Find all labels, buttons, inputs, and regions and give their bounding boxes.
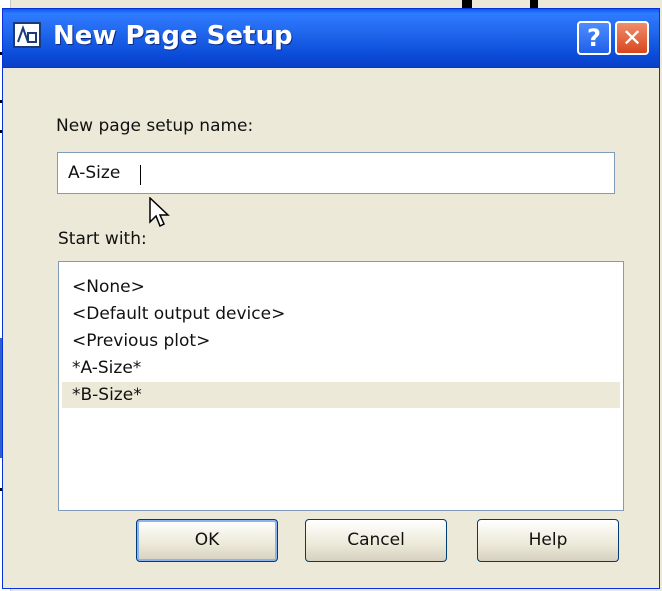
window-title: New Page Setup — [53, 21, 293, 51]
text-caret — [140, 165, 141, 185]
new-page-setup-dialog: New Page Setup ? ✕ New page setup name: … — [2, 8, 660, 589]
help-icon[interactable]: ? — [577, 21, 611, 55]
ok-button[interactable]: OK — [136, 519, 278, 562]
list-item[interactable]: <Default output device> — [62, 301, 620, 327]
list-item[interactable]: <Previous plot> — [62, 328, 620, 354]
page-setup-app-icon — [13, 22, 41, 48]
mouse-pointer-icon — [149, 197, 170, 228]
cancel-button[interactable]: Cancel — [305, 519, 447, 562]
list-item[interactable]: *A-Size* — [62, 355, 620, 381]
help-button[interactable]: Help — [477, 519, 619, 562]
start-with-list[interactable]: <None> <Default output device> <Previous… — [58, 261, 624, 511]
list-item[interactable]: <None> — [62, 274, 620, 300]
title-bar[interactable]: New Page Setup ? ✕ — [3, 9, 659, 68]
backdrop-mark — [462, 0, 472, 8]
list-item-selected[interactable]: *B-Size* — [62, 382, 620, 408]
name-label: New page setup name: — [56, 116, 254, 136]
backdrop-mark — [530, 0, 538, 8]
close-icon[interactable]: ✕ — [615, 21, 649, 55]
start-with-label: Start with: — [58, 229, 147, 249]
